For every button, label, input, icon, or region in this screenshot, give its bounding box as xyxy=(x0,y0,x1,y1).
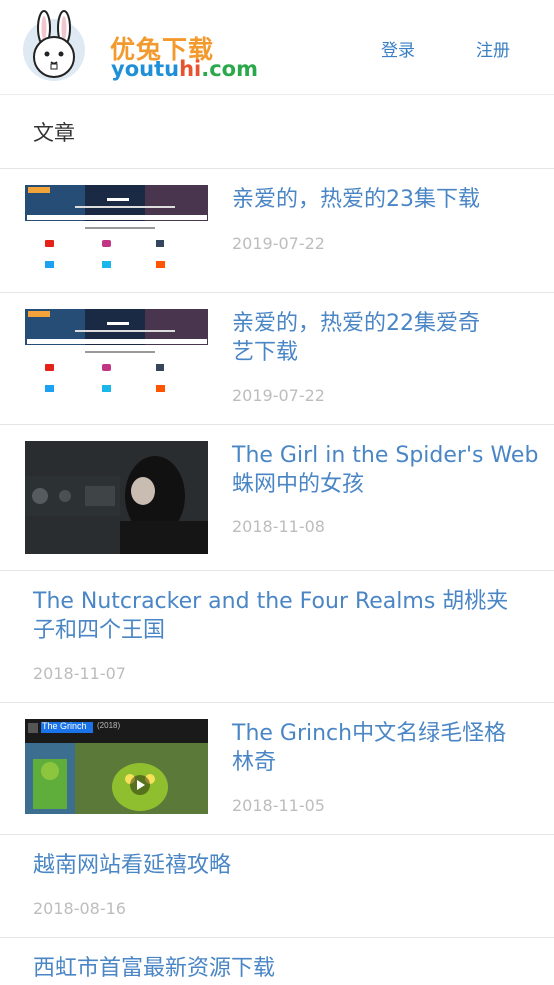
article-title[interactable]: 亲爱的，热爱的22集爱奇 艺下载 xyxy=(232,309,532,367)
article-title[interactable]: The Girl in the Spider's Web 蛛网中的女孩 xyxy=(232,441,542,499)
logo-hi: hi xyxy=(179,57,202,81)
article-title-line-2: 艺下载 xyxy=(232,340,299,365)
register-link[interactable]: 注册 xyxy=(476,36,510,61)
article-title[interactable]: 亲爱的，热爱的23集下载 xyxy=(232,185,480,214)
article-item[interactable]: 西虹市首富最新资源下载 xyxy=(0,937,554,985)
logo-domain-text: youtuhi.com xyxy=(111,57,258,81)
site-logo[interactable]: 优兔下载 youtuhi.com xyxy=(22,10,258,84)
thumb-movie-title: The Grinch xyxy=(42,721,87,731)
article-thumbnail[interactable] xyxy=(25,441,208,554)
logo-com: .com xyxy=(201,57,258,81)
article-title-line-1: The Grinch中文名绿毛怪格 xyxy=(232,721,507,746)
movie-still-icon xyxy=(25,441,208,554)
site-header: 优兔下载 youtuhi.com 登录 注册 xyxy=(0,0,554,94)
imdb-page-icon xyxy=(25,719,208,814)
article-title[interactable]: 西虹市首富最新资源下载 xyxy=(33,954,275,983)
article-title-line-1: The Girl in the Spider's Web xyxy=(232,443,539,468)
section-title: 文章 xyxy=(33,121,75,145)
article-item[interactable]: The Nutcracker and the Four Realms 胡桃夹 子和… xyxy=(0,570,554,702)
article-date: 2018-11-05 xyxy=(232,796,325,815)
site-screenshot-icon xyxy=(25,309,208,401)
article-item[interactable]: 亲爱的，热爱的22集爱奇 艺下载 2019-07-22 xyxy=(0,292,554,424)
logo-you: you xyxy=(111,57,155,81)
article-date: 2019-07-22 xyxy=(232,234,325,253)
article-thumbnail[interactable] xyxy=(25,185,208,277)
article-title[interactable]: 越南网站看延禧攻略 xyxy=(33,851,231,880)
article-item[interactable]: The Grinch (2018) The Grinch中文名绿毛怪格 林奇 20… xyxy=(0,702,554,834)
mouse-cursor-icon xyxy=(0,980,4,984)
article-title-line-2: 林奇 xyxy=(232,750,277,775)
article-title[interactable]: The Nutcracker and the Four Realms 胡桃夹 子和… xyxy=(33,587,533,645)
article-item[interactable]: 亲爱的，热爱的23集下载 2019-07-22 xyxy=(0,168,554,292)
thumb-movie-year: (2018) xyxy=(97,721,121,730)
article-item[interactable]: The Girl in the Spider's Web 蛛网中的女孩 2018-… xyxy=(0,424,554,570)
article-date: 2018-11-07 xyxy=(33,664,126,683)
article-date: 2018-08-16 xyxy=(33,899,126,918)
article-title-line-2: 子和四个王国 xyxy=(33,618,166,643)
article-thumbnail[interactable] xyxy=(25,309,208,401)
rabbit-logo-icon xyxy=(23,10,85,81)
page: 优兔下载 youtuhi.com 登录 注册 文章 亲爱的，热爱的23集下载 2… xyxy=(0,0,554,985)
article-title-line-2: 蛛网中的女孩 xyxy=(232,472,365,497)
site-screenshot-icon xyxy=(25,185,208,277)
article-item[interactable]: 越南网站看延禧攻略 2018-08-16 xyxy=(0,834,554,937)
logo-tu: tu xyxy=(154,57,180,81)
article-date: 2019-07-22 xyxy=(232,386,325,405)
article-thumbnail[interactable]: The Grinch (2018) xyxy=(25,719,208,814)
login-link[interactable]: 登录 xyxy=(381,36,415,61)
article-title-line-1: 亲爱的，热爱的22集爱奇 xyxy=(232,311,480,336)
article-date: 2018-11-08 xyxy=(232,517,325,536)
article-title-line-1: The Nutcracker and the Four Realms 胡桃夹 xyxy=(33,589,509,614)
article-title[interactable]: The Grinch中文名绿毛怪格 林奇 xyxy=(232,719,542,777)
section-header: 文章 xyxy=(0,94,554,168)
